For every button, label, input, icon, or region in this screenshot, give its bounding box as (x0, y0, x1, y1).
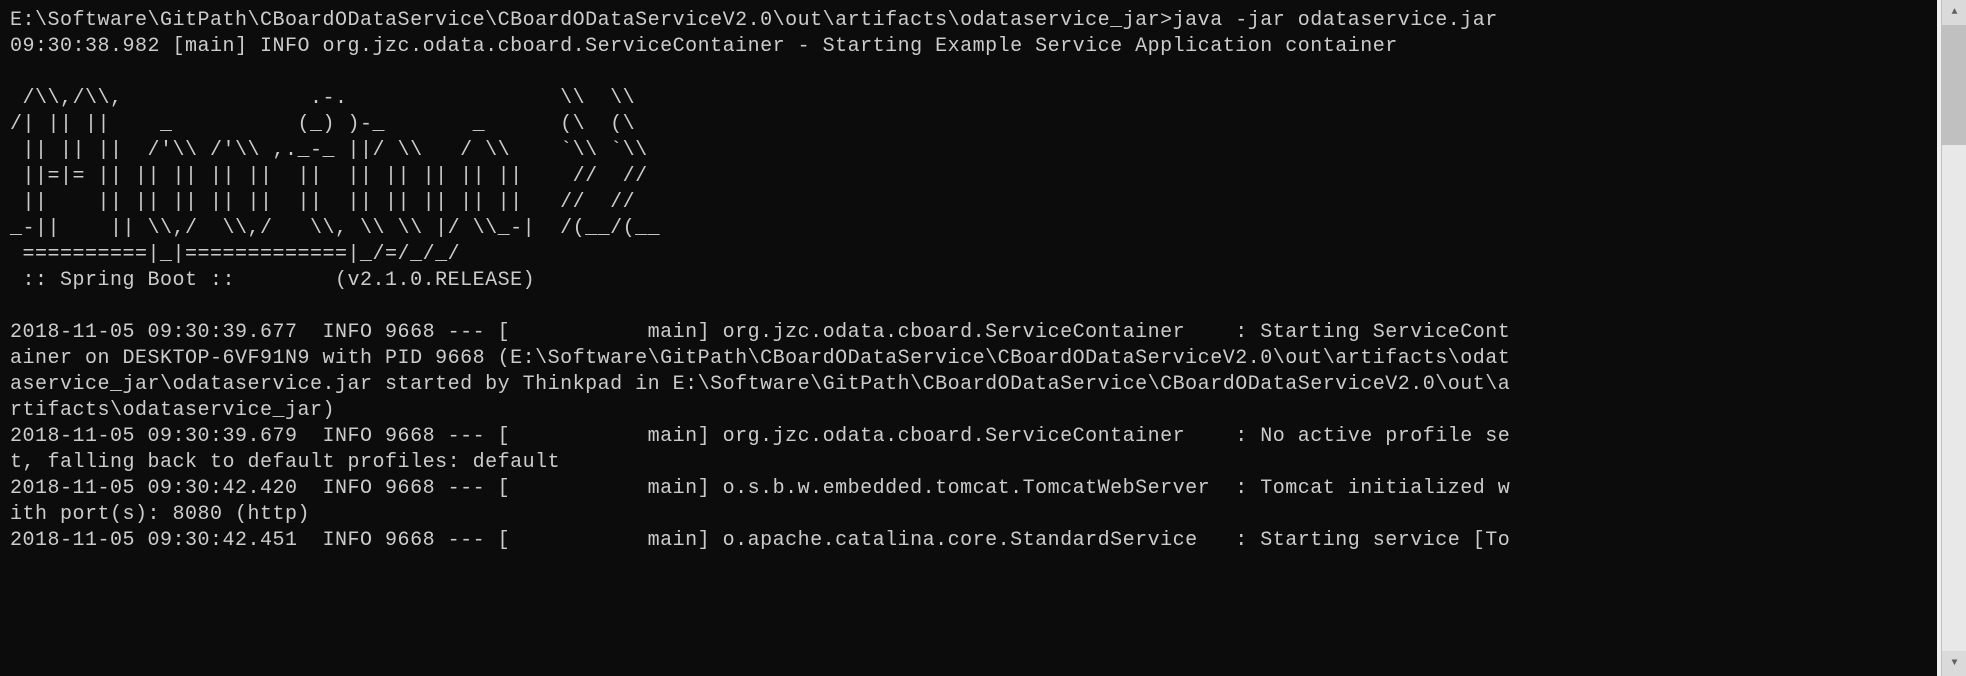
scroll-thumb[interactable] (1942, 25, 1966, 145)
ascii-art-line: ==========|_|=============|_/=/_/_/ (10, 243, 460, 266)
log-line: t, falling back to default profiles: def… (10, 451, 560, 474)
log-line: 2018-11-05 09:30:39.679 INFO 9668 --- [ … (10, 425, 1510, 448)
ascii-art-line: ||=|= || || || || || || || || || || || /… (10, 165, 648, 188)
log-line: aservice_jar\odataservice.jar started by… (10, 373, 1510, 396)
vertical-scrollbar[interactable]: ▲ ▼ (1941, 0, 1966, 676)
terminal-output[interactable]: E:\Software\GitPath\CBoardODataService\C… (0, 0, 1937, 562)
chevron-down-icon: ▼ (1951, 658, 1957, 669)
terminal-window: E:\Software\GitPath\CBoardODataService\C… (0, 0, 1937, 676)
ascii-art-line: || || || || || || || || || || || || // /… (10, 191, 635, 214)
log-line: 2018-11-05 09:30:42.420 INFO 9668 --- [ … (10, 477, 1510, 500)
ascii-art-line: || || || /'\\ /'\\ ,._-_ ||/ \\ / \\ `\\… (10, 139, 648, 162)
log-line: 09:30:38.982 [main] INFO org.jzc.odata.c… (10, 35, 1398, 58)
scroll-up-button[interactable]: ▲ (1942, 0, 1966, 25)
scroll-down-button[interactable]: ▼ (1942, 651, 1966, 676)
ascii-art-line: _-|| || \\,/ \\,/ \\, \\ \\ |/ \\_-| /(_… (10, 217, 660, 240)
log-line: rtifacts\odataservice_jar) (10, 399, 335, 422)
log-line: 2018-11-05 09:30:39.677 INFO 9668 --- [ … (10, 321, 1510, 344)
spring-boot-version: :: Spring Boot :: (v2.1.0.RELEASE) (10, 269, 535, 292)
log-line: ainer on DESKTOP-6VF91N9 with PID 9668 (… (10, 347, 1510, 370)
ascii-art-line: /\\,/\\, .-. \\ \\ (10, 87, 635, 110)
log-line: ith port(s): 8080 (http) (10, 503, 310, 526)
ascii-art-line: /| || || _ (_) )-_ _ (\ (\ (10, 113, 635, 136)
chevron-up-icon: ▲ (1951, 7, 1957, 18)
prompt-line: E:\Software\GitPath\CBoardODataService\C… (10, 9, 1498, 32)
log-line: 2018-11-05 09:30:42.451 INFO 9668 --- [ … (10, 529, 1510, 552)
